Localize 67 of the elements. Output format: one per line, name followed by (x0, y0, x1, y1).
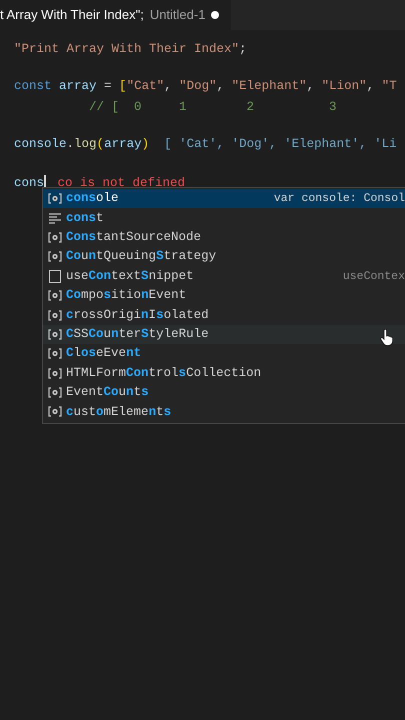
snippet-icon (48, 270, 62, 283)
suggestion-item[interactable]: CountQueuingStrategy (43, 247, 405, 267)
bracket-token: [ (119, 78, 127, 95)
suggestion-label: const (66, 210, 104, 227)
suggestion-item[interactable]: const (43, 208, 405, 228)
variable-token: array (59, 78, 97, 95)
string-token: "Elephant" (232, 78, 307, 95)
suggestion-item[interactable]: console var console: Consol (43, 189, 405, 208)
string-token: "Dog" (179, 78, 217, 95)
hand-cursor-icon (380, 329, 393, 346)
punctuation-token: . (66, 136, 74, 153)
suggestion-label: customElements (66, 404, 172, 421)
suggestion-item[interactable]: useContextSnippet useContex (43, 266, 405, 286)
suggestion-item[interactable]: CompositionEvent (43, 286, 405, 306)
suggestion-item[interactable]: EventCounts (43, 382, 405, 402)
variable-icon (48, 230, 62, 244)
suggestion-label: CountQueuingStrategy (66, 248, 216, 266)
function-token: log (74, 136, 97, 153)
variable-icon (48, 289, 62, 302)
string-token: "T (382, 78, 397, 95)
variable-icon (48, 347, 62, 360)
inline-result: [ 'Cat', 'Dog', 'Elephant', 'Li (163, 136, 397, 153)
variable-icon (48, 308, 62, 322)
variable-token: cons (14, 175, 44, 192)
tab-title: t Array With Their Index"; (0, 6, 144, 24)
variable-token: console (14, 136, 67, 153)
punctuation-token: , (216, 78, 226, 95)
string-token: "Print Array With Their Index" (14, 41, 240, 58)
editor-tab[interactable]: t Array With Their Index"; Untitled-1 (0, 0, 232, 30)
bracket-token: ( (96, 136, 104, 153)
error-message: co is not defined (58, 175, 186, 192)
punctuation-token: , (306, 78, 316, 95)
tab-filename: Untitled-1 (150, 6, 206, 24)
suggestion-label: ConstantSourceNode (66, 229, 202, 246)
bracket-token: ) (142, 136, 150, 153)
suggestion-label: useContextSnippet (66, 268, 194, 285)
variable-token: array (104, 136, 142, 153)
variable-icon (48, 386, 62, 400)
punctuation-token: , (366, 78, 376, 95)
suggestion-label: CloseEvent (66, 345, 142, 362)
string-token: "Cat" (126, 78, 164, 95)
suggestion-item[interactable]: ConstantSourceNode (43, 228, 405, 248)
variable-icon (48, 250, 62, 264)
suggestion-item[interactable]: CloseEvent (43, 344, 405, 364)
string-token: "Lion" (322, 78, 367, 95)
suggestion-detail: useContex (342, 268, 405, 285)
variable-icon (48, 405, 62, 418)
punctuation-token: = (103, 78, 113, 95)
keyword-token: const (14, 78, 53, 95)
suggestion-item[interactable]: CSSCounterStyleRule (43, 324, 405, 344)
punctuation-token: , (164, 78, 173, 95)
variable-icon (48, 192, 62, 206)
code-comment: // [ 0 1 2 3 (88, 99, 337, 116)
suggestion-item[interactable]: crossOriginIsolated (43, 305, 405, 325)
keyword-icon (48, 212, 62, 225)
punctuation-token: ; (239, 41, 247, 58)
suggestion-label: HTMLFormControlsCollection (66, 364, 262, 382)
suggestion-label: crossOriginIsolated (66, 306, 209, 324)
suggestion-label: CSSCounterStyleRule (66, 326, 209, 344)
suggestion-item[interactable]: HTMLFormControlsCollection (43, 364, 405, 383)
suggestion-detail: var console: Consol (274, 191, 405, 208)
suggestion-label: CompositionEvent (66, 287, 186, 304)
suggestion-label: EventCounts (66, 384, 149, 402)
variable-icon (48, 328, 62, 341)
suggestion-label: console (66, 190, 119, 208)
variable-icon (48, 366, 62, 380)
suggestion-item[interactable]: customElements (43, 402, 405, 422)
